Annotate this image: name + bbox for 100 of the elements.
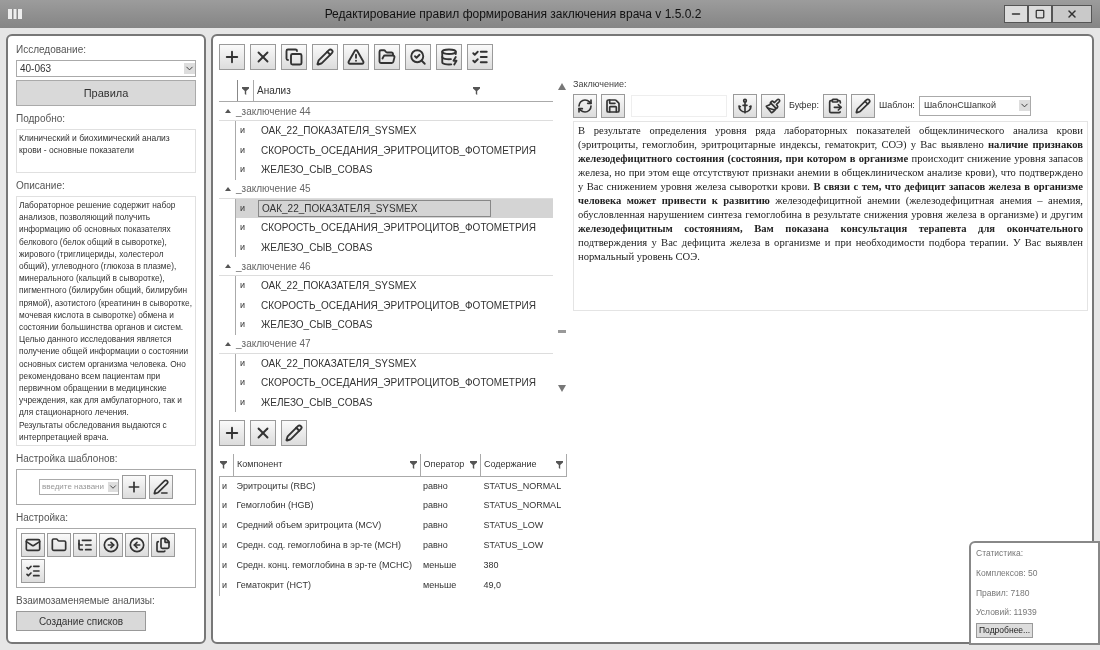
operator-cell-text: и [239,221,247,234]
refresh-button[interactable] [573,93,597,118]
study-label: Исследование: [16,43,87,57]
table-cell-text: равно [422,519,449,533]
analysis-row[interactable]: и ЖЕЛЕЗО_СЫВ_COBAS [235,392,553,412]
edit-button[interactable] [281,420,307,446]
brush-icon [765,97,781,114]
analysis-row[interactable]: и СКОРОСТЬ_ОСЕДАНИЯ_ЭРИТРОЦИТОВ_ФОТОМЕТРИЯ [235,295,553,315]
arrow-left-icon [129,537,145,554]
statistics-line: Комплексов: 50 [976,566,1039,580]
arrow-left-button[interactable] [125,533,149,558]
analysis-row[interactable]: и ОАК_22_ПОКАЗАТЕЛЯ_SYSMEX [235,276,553,296]
table-cell-text: равно [422,539,449,553]
group-title[interactable]: _заключение 45 [236,181,311,196]
operator-cell-text: и [239,395,247,409]
minimize-button[interactable] [1004,5,1028,23]
envelope-button[interactable] [21,533,45,558]
analysis-row[interactable]: и ЖЕЛЕЗО_СЫВ_COBAS [235,315,553,335]
analysis-name: ОАК_22_ПОКАЗАТЕЛЯ_SYSMEX [260,279,418,294]
analysis-row[interactable]: и ОАК_22_ПОКАЗАТЕЛЯ_SYSMEX [235,121,553,141]
statistics-line: Правил: 7180 [976,586,1031,600]
edit-button[interactable] [149,475,173,500]
template-dropdown[interactable]: ШаблонСШапкой [918,95,1031,116]
table-cell-text: Средний объем эритроцита (MCV) [235,519,383,533]
analysis-row[interactable]: и ОАК_22_ПОКАЗАТЕЛЯ_SYSMEX [235,353,553,373]
expand-caret-icon[interactable] [225,263,231,269]
database-button[interactable] [436,44,462,70]
add-button[interactable] [122,475,146,500]
filter-icon[interactable] [556,460,563,469]
warning-button[interactable] [343,44,369,70]
table-cell-text: STATUS_NORMAL [482,499,563,513]
group-title[interactable]: _заключение 47 [236,336,311,351]
tree-list-button[interactable] [73,533,97,558]
app-icon [8,8,22,20]
filter-icon[interactable] [473,86,480,95]
dropdown-arrow-icon [184,63,195,74]
folder-button[interactable] [47,533,71,558]
analysis-row[interactable]: и СКОРОСТЬ_ОСЕДАНИЯ_ЭРИТРОЦИТОВ_ФОТОМЕТРИЯ [235,218,553,238]
column-header[interactable]: Оператор [423,458,465,472]
filter-icon[interactable] [242,86,249,95]
close-button[interactable] [1052,5,1092,23]
column-header[interactable]: Анализ [257,83,291,98]
arrow-right-icon [103,537,119,554]
list-button[interactable] [467,44,493,70]
description-field[interactable]: Лабораторное решение содержит набор анализов, позволяющий получить информацию об основных показателях белкового (белок общий в сыворотке), жирового (триглицериды, холестерол общий), углеводного (глюкоза в плазме), минерального (кальций в сыворотке), пигментного (билирубин общий, билирубин прямой), азотистого (креатинин в сыворотке, мочевая кислота в сыворотке) обмена и состоянии большинства органов и систем. Целью данного исследования является получение общей информации о состоянии основных систем организма человека. Оно рекомендовано всем пациентам при первичном обращении в медицинские учреждения, как для амбулаторного, так и для стационарного лечения. Результаты обследования выдаются с интерпретацией врача. [16,196,196,447]
checklist-button[interactable] [21,559,45,584]
create-lists-button[interactable]: Создание списков [16,611,146,632]
maximize-button[interactable] [1028,5,1052,23]
brush-button[interactable] [761,93,785,118]
settings-label: Настройка: [16,511,69,526]
edit-button[interactable] [312,44,338,70]
list-icon [471,48,489,66]
expand-caret-icon[interactable] [225,185,231,192]
filter-icon[interactable] [219,460,227,469]
arrow-right-button[interactable] [99,533,123,558]
analysis-row[interactable]: и СКОРОСТЬ_ОСЕДАНИЯ_ЭРИТРОЦИТОВ_ФОТОМЕТРИЯ [235,140,553,160]
analysis-row[interactable]: и ЖЕЛЕЗО_СЫВ_COBAS [235,237,553,257]
analysis-row[interactable]: и ОАК_22_ПОКАЗАТЕЛЯ_SYSMEX [235,198,553,218]
folder-button[interactable] [374,44,400,70]
table-cell-text: Гемоглобин (HGB) [235,499,315,513]
paste-button[interactable] [823,93,848,118]
operator-cell-text: и [239,124,247,137]
expand-caret-icon[interactable] [225,340,231,347]
group-title[interactable]: _заключение 46 [236,258,311,274]
analysis-name: ОАК_22_ПОКАЗАТЕЛЯ_SYSMEX [258,199,491,217]
add-button[interactable] [219,44,245,70]
copy-files-button[interactable] [151,533,175,558]
checklist-icon [25,563,41,580]
close-icon [1066,8,1078,20]
copy-button[interactable] [281,44,307,70]
add-button[interactable] [219,420,245,446]
save-button[interactable] [601,93,625,118]
save-icon [605,97,621,114]
expand-caret-icon[interactable] [225,108,231,114]
analysis-row[interactable]: и СКОРОСТЬ_ОСЕДАНИЯ_ЭРИТРОЦИТОВ_ФОТОМЕТРИЯ [235,373,553,393]
template-label: Шаблон: [879,98,915,112]
table-cell: и [219,576,234,596]
database-icon [440,48,458,66]
filter-icon[interactable] [409,460,417,469]
column-header[interactable]: Содержание [483,458,537,472]
column-header[interactable]: Компонент [237,458,283,472]
details-button[interactable]: Подробнее... [976,623,1034,638]
conclusion-text-field[interactable]: В результате определения уровня ряда лабораторных показателей общеклинического анализа крови (эритроциты, гемоглобин, эритроцитарные индексы, гематокрит, СОЭ) у Вас выявлено наличие признаков железодефицитного состояния (состояния, при котором в организме происходит снижение уровня запасов железа, но при этом еще отсутствуют признаки анемии в общеклиническом анализе крови), что подтверждено у Вас снижением уровня железа сыворотки крови. В связи с тем, что дефицит запасов железа в организме человека может привести к развитию железодефицитной анемии (железодефицитная анемия – анемия, обусловленная нарушением синтеза гемоглобина в результате снижения уровня железа в организме) и другим железодефицитным состояниям, Вам показана консультация терапевта для окончательного подтверждения у Вас дефицита железа в организме и при необходимости подбора терапии. У Вас выявлен нормальный уровень СОЭ. [573,120,1088,311]
search-button[interactable] [405,44,431,70]
filter-icon[interactable] [469,460,477,469]
analysis-name: ОАК_22_ПОКАЗАТЕЛЯ_SYSMEX [260,124,418,139]
details-field[interactable]: Клинический и биохимический анализ крови - основные показатели [16,129,196,173]
conclusion-label: Заключение: [573,78,628,91]
tree-list-icon [77,537,93,554]
delete-button[interactable] [250,44,276,70]
delete-button[interactable] [250,420,276,446]
group-title[interactable]: _заключение 44 [236,103,311,119]
operator-cell-text: и [239,376,247,389]
rules-button[interactable]: Правила [16,80,196,106]
analysis-row[interactable]: и ЖЕЛЕЗО_СЫВ_COBAS [235,160,553,180]
table-cell: и [219,516,234,536]
edit-button[interactable] [851,93,876,118]
edit-icon [316,48,334,66]
study-dropdown[interactable]: 40-063 [16,60,196,77]
anchor-button[interactable] [733,93,757,118]
